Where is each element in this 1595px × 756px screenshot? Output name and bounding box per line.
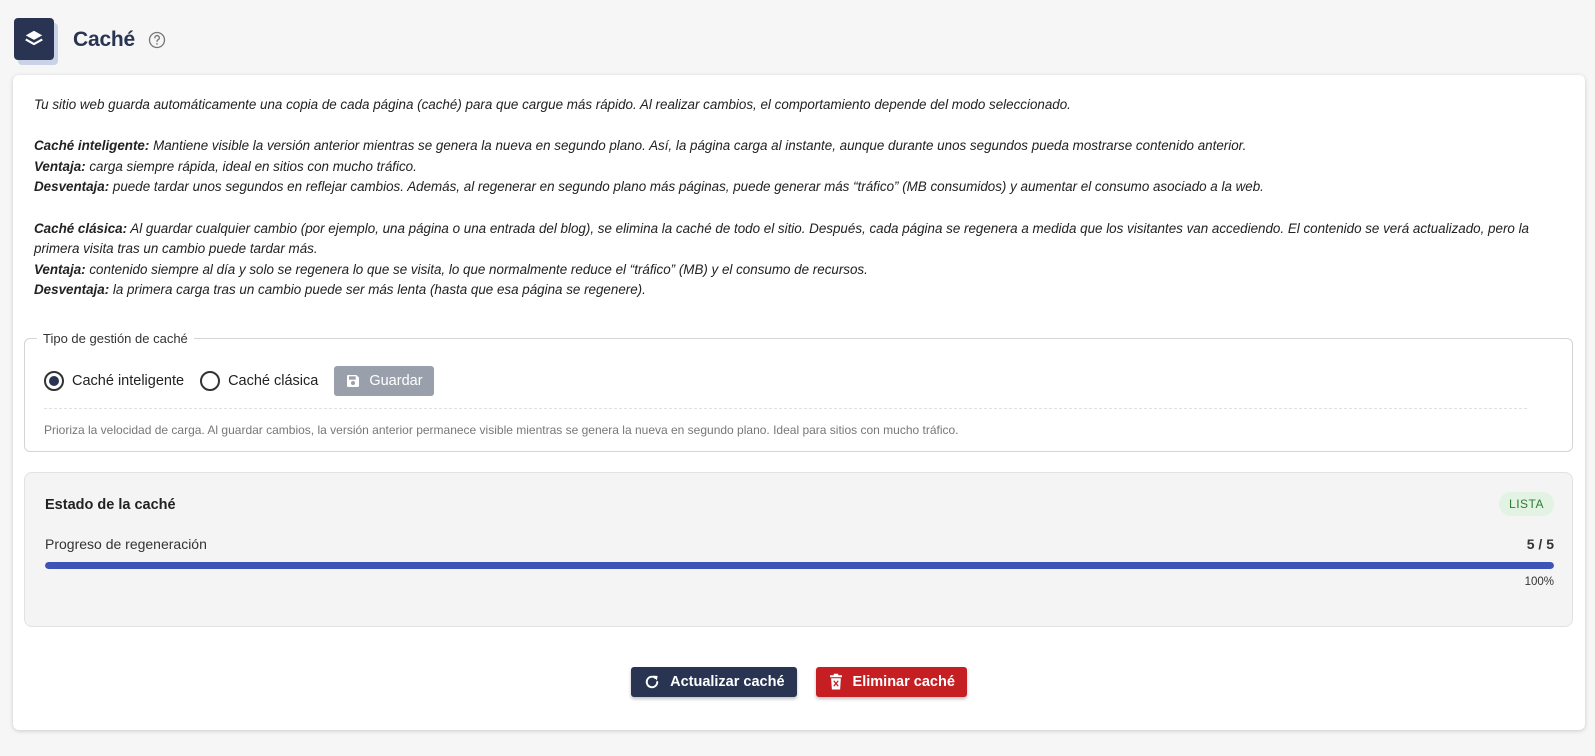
progress-label: Progreso de regeneración: [45, 536, 207, 552]
cache-type-fieldset: Tipo de gestión de caché Caché inteligen…: [24, 331, 1573, 452]
classic-description: Caché clásica: Al guardar cualquier camb…: [34, 219, 1534, 260]
smart-disadvantage-text: puede tardar unos segundos en reflejar c…: [109, 179, 1264, 195]
smart-disadvantage-label: Desventaja:: [34, 179, 110, 195]
action-buttons: Actualizar caché Eliminar caché: [13, 667, 1585, 697]
smart-label: Caché inteligente:: [34, 138, 150, 154]
cache-description: Tu sitio web guarda automáticamente una …: [34, 95, 1534, 301]
progress-bar: [45, 562, 1554, 569]
status-badge: LISTA: [1499, 492, 1554, 516]
progress-bar-fill: [45, 562, 1554, 569]
trash-icon: [829, 673, 842, 690]
cache-status-panel: Estado de la caché LISTA Progreso de reg…: [24, 472, 1573, 627]
save-button-label: Guardar: [369, 373, 423, 389]
radio-classic-cache[interactable]: Caché clásica: [200, 371, 318, 391]
delete-cache-button[interactable]: Eliminar caché: [815, 667, 967, 697]
delete-cache-label: Eliminar caché: [852, 674, 955, 690]
page-title: Caché: [73, 28, 136, 51]
classic-label: Caché clásica:: [34, 220, 128, 236]
radio-button-checked[interactable]: [44, 371, 64, 391]
status-title: Estado de la caché: [45, 497, 176, 513]
radio-button-unchecked[interactable]: [200, 371, 221, 391]
intro-text: Tu sitio web guarda automáticamente una …: [34, 97, 1071, 112]
cache-type-options: Caché inteligente Caché clásica Guardar: [44, 366, 434, 396]
radio-smart-cache-label[interactable]: Caché inteligente: [72, 373, 184, 389]
smart-disadvantage: Desventaja: puede tardar unos segundos e…: [34, 177, 1534, 198]
cache-type-legend: Tipo de gestión de caché: [43, 331, 188, 346]
progress-percent: 100%: [1524, 576, 1554, 588]
progress-count: 5 / 5: [1526, 536, 1554, 552]
classic-advantage-label: Ventaja:: [34, 261, 86, 277]
intro-line: Tu sitio web guarda automáticamente una …: [34, 95, 1534, 116]
hint-divider: [44, 408, 1527, 409]
cache-card: Tu sitio web guarda automáticamente una …: [13, 75, 1585, 730]
radio-classic-cache-label[interactable]: Caché clásica: [228, 373, 318, 389]
classic-text: Al guardar cualquier cambio (por ejemplo…: [34, 220, 1529, 257]
smart-description: Caché inteligente: Mantiene visible la v…: [34, 136, 1534, 157]
logo-badge: [14, 18, 54, 60]
smart-advantage: Ventaja: carga siempre rápida, ideal en …: [34, 157, 1534, 178]
smart-text: Mantiene visible la versión anterior mie…: [149, 138, 1247, 154]
question-circle-icon[interactable]: [147, 30, 167, 50]
app-logo: [14, 18, 58, 65]
refresh-cache-label: Actualizar caché: [670, 674, 785, 690]
classic-advantage-text: contenido siempre al día y solo se regen…: [85, 261, 868, 277]
layers-icon: [25, 30, 43, 46]
classic-advantage: Ventaja: contenido siempre al día y solo…: [34, 260, 1534, 281]
page-header: Caché: [14, 18, 167, 65]
cache-type-hint: Prioriza la velocidad de carga. Al guard…: [44, 423, 959, 437]
refresh-cache-button[interactable]: Actualizar caché: [631, 667, 797, 697]
classic-disadvantage-label: Desventaja:: [34, 282, 110, 298]
classic-disadvantage: Desventaja: la primera carga tras un cam…: [34, 280, 1534, 301]
smart-advantage-text: carga siempre rápida, ideal en sitios co…: [85, 158, 417, 174]
save-button[interactable]: Guardar: [334, 366, 434, 396]
radio-smart-cache[interactable]: Caché inteligente: [44, 371, 184, 391]
refresh-icon: [645, 675, 659, 689]
floppy-disk-icon: [347, 375, 360, 387]
classic-disadvantage-text: la primera carga tras un cambio puede se…: [109, 282, 646, 298]
smart-advantage-label: Ventaja:: [34, 158, 86, 174]
